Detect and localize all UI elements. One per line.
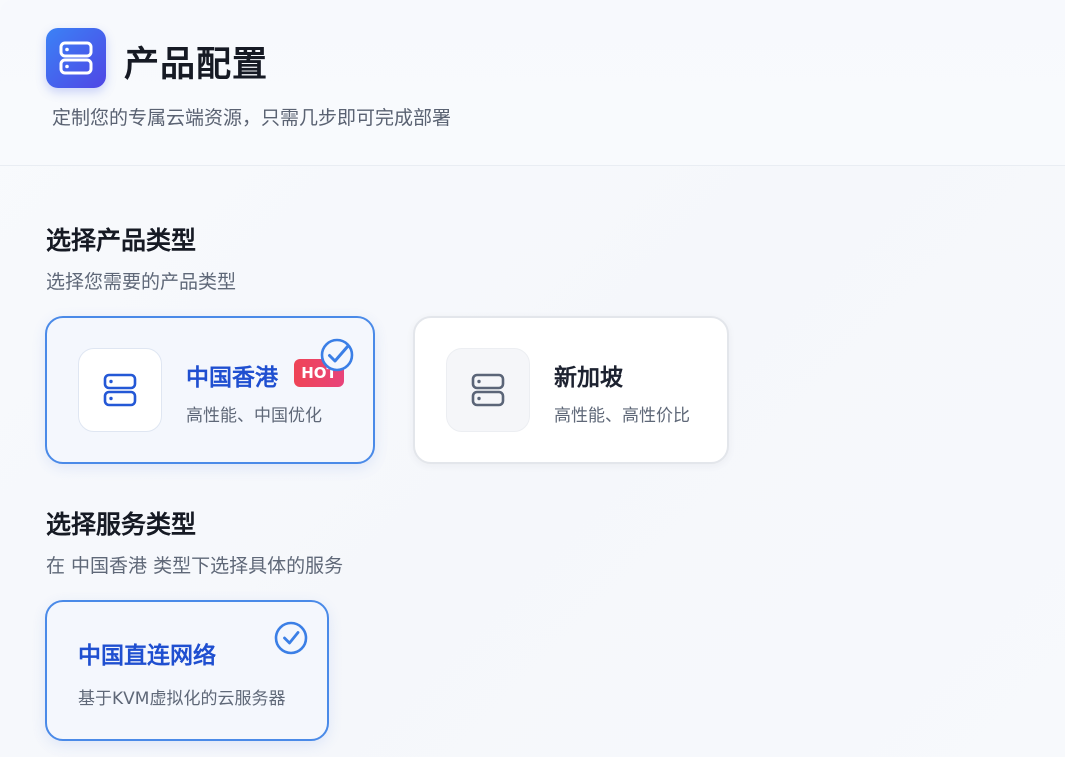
product-option-name: 中国香港 — [186, 365, 278, 391]
check-circle-icon — [320, 338, 354, 372]
server-icon — [78, 348, 162, 432]
product-option-hongkong[interactable]: 中国香港 HOT 高性能、中国优化 — [45, 316, 375, 464]
service-option-name: 中国直连网络 — [78, 643, 216, 669]
service-option-cn2-direct[interactable]: 中国直连网络 基于KVM虚拟化的云服务器 — [45, 600, 329, 741]
server-icon — [46, 28, 106, 88]
service-option-desc: 基于KVM虚拟化的云服务器 — [78, 689, 286, 709]
product-option-desc: 高性能、高性价比 — [554, 406, 690, 426]
product-option-name: 新加坡 — [554, 365, 623, 391]
service-section-title: 选择服务类型 — [46, 510, 197, 539]
page-header: 产品配置 定制您的专属云端资源，只需几步即可完成部署 — [0, 0, 1065, 166]
product-section-desc: 选择您需要的产品类型 — [46, 271, 237, 293]
page-subtitle: 定制您的专属云端资源，只需几步即可完成部署 — [52, 107, 452, 129]
check-circle-icon — [274, 621, 308, 655]
service-section-desc: 在 中国香港 类型下选择具体的服务 — [46, 555, 344, 577]
page-title: 产品配置 — [124, 45, 269, 85]
server-icon — [446, 348, 530, 432]
product-config-page: 产品配置 定制您的专属云端资源，只需几步即可完成部署 选择产品类型 选择您需要的… — [0, 0, 1065, 757]
product-section-title: 选择产品类型 — [46, 226, 197, 255]
product-option-singapore[interactable]: 新加坡 高性能、高性价比 — [413, 316, 729, 464]
product-option-desc: 高性能、中国优化 — [186, 406, 322, 426]
